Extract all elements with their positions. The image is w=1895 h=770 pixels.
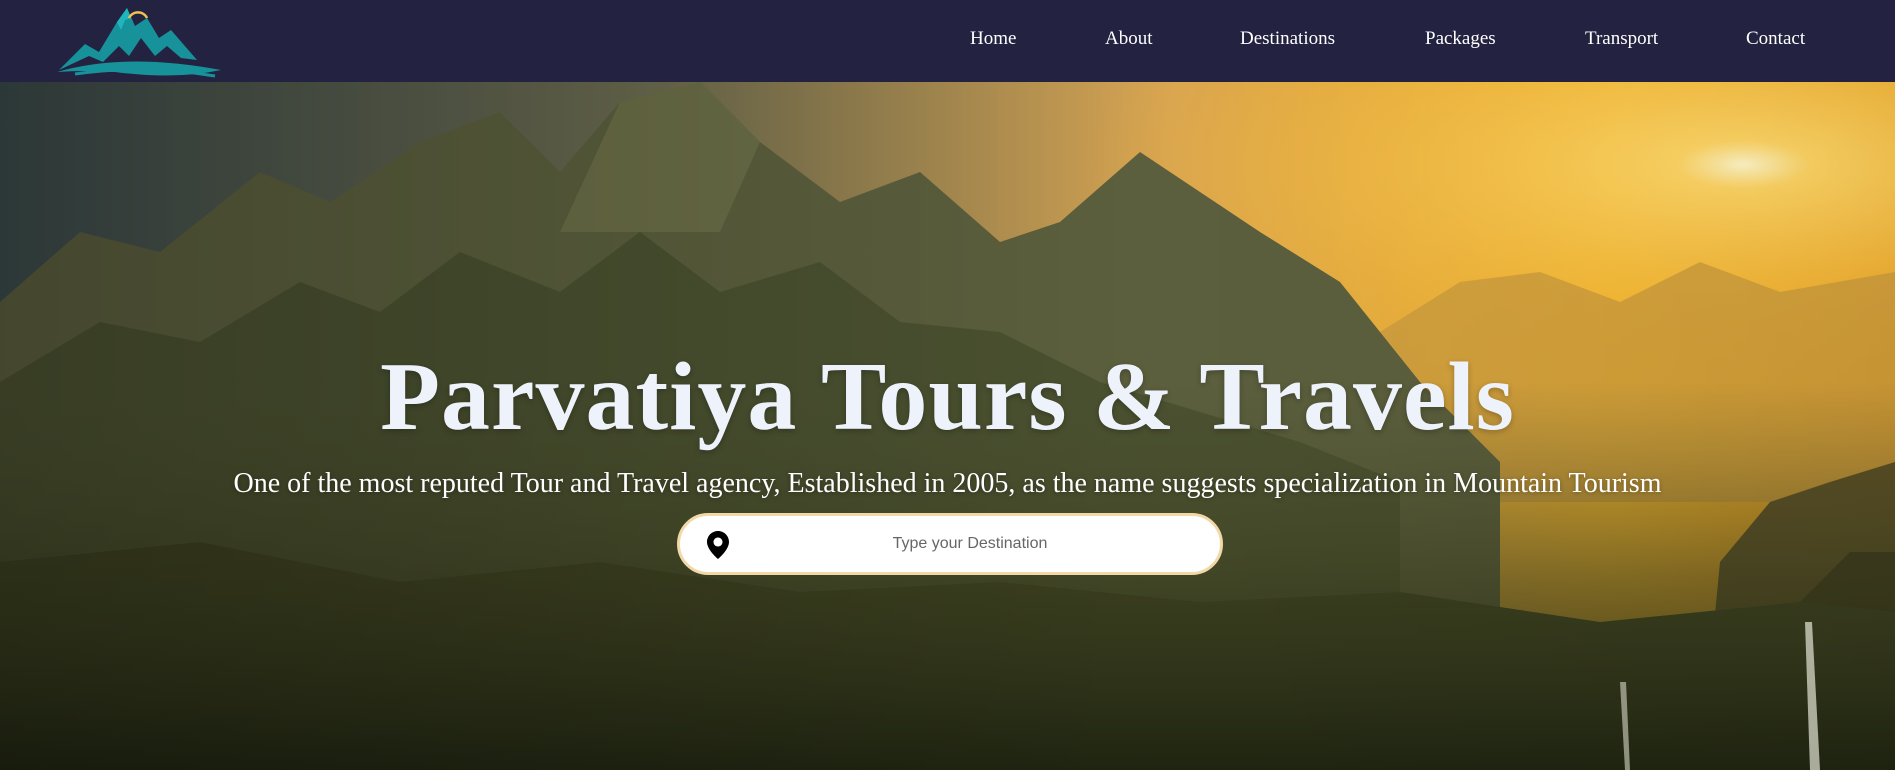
nav-destinations-link[interactable]: Destinations (1240, 28, 1335, 50)
hero-section: Parvatiya Tours & Travels One of the mos… (0, 82, 1895, 770)
hero-title: Parvatiya Tours & Travels (380, 342, 1515, 451)
nav-contact-link[interactable]: Contact (1746, 28, 1805, 50)
hero-subtitle: One of the most reputed Tour and Travel … (233, 468, 1662, 499)
destination-search-box[interactable] (677, 513, 1223, 575)
nav-transport-link[interactable]: Transport (1585, 28, 1658, 50)
nav-home-link[interactable]: Home (970, 28, 1016, 50)
site-logo[interactable] (55, 0, 225, 80)
navbar: Home About Destinations Packages Transpo… (0, 0, 1895, 82)
nav-about-link[interactable]: About (1105, 28, 1153, 50)
destination-search-input[interactable] (740, 524, 1200, 564)
mountain-logo-icon (57, 8, 221, 78)
nav-packages-link[interactable]: Packages (1425, 28, 1496, 50)
location-pin-icon (707, 531, 729, 559)
